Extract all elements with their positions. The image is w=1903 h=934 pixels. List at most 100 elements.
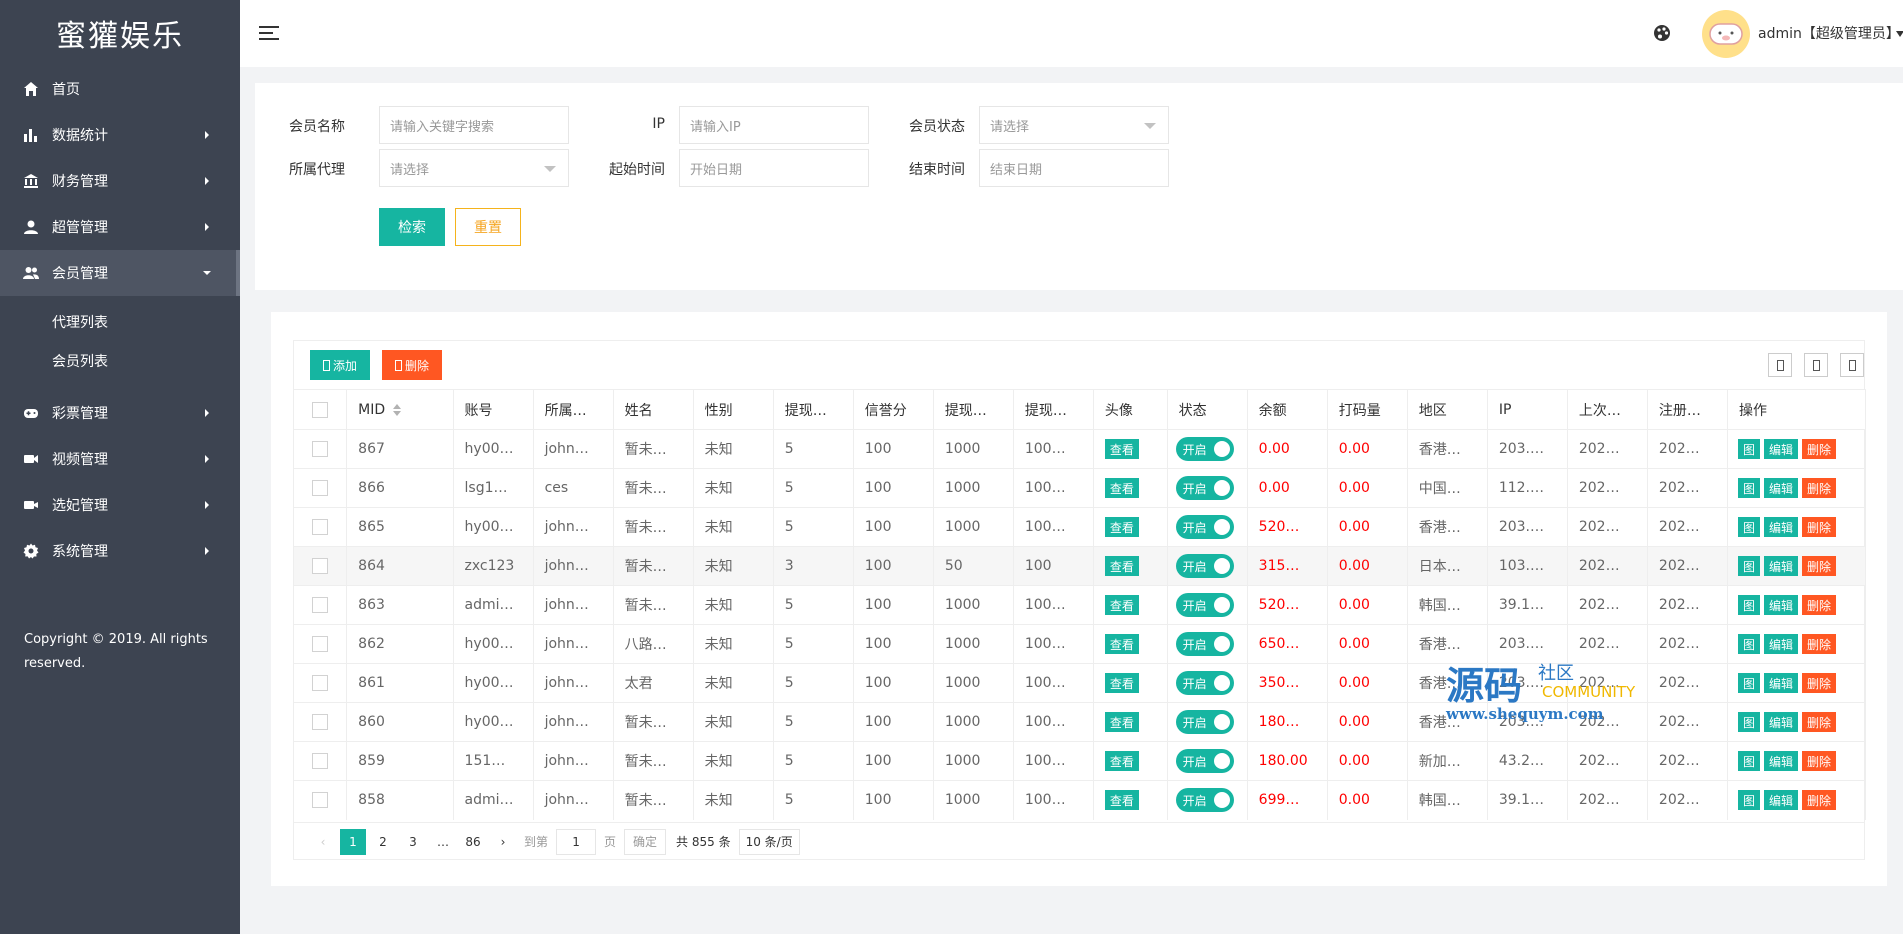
batch-delete-button[interactable]: 删除 bbox=[382, 350, 442, 380]
edit-button[interactable]: 编辑 bbox=[1763, 595, 1798, 615]
status-toggle[interactable]: 开启 bbox=[1175, 749, 1234, 773]
qr-button[interactable]: 图 bbox=[1737, 751, 1760, 771]
status-toggle[interactable]: 开启 bbox=[1175, 788, 1234, 813]
status-toggle[interactable]: 开启 bbox=[1175, 554, 1234, 578]
edit-button[interactable]: 编辑 bbox=[1763, 673, 1798, 693]
theme-palette-icon[interactable] bbox=[1652, 23, 1672, 43]
status-toggle[interactable]: 开启 bbox=[1175, 515, 1234, 539]
sidebar-item-admin[interactable]: 超管管理 bbox=[0, 204, 240, 250]
edit-button[interactable]: 编辑 bbox=[1763, 478, 1798, 498]
avatar[interactable] bbox=[1702, 10, 1750, 58]
page-1[interactable]: 1 bbox=[340, 828, 366, 855]
qr-button[interactable]: 图 bbox=[1737, 673, 1760, 693]
export-icon[interactable] bbox=[1804, 353, 1828, 377]
end-date-input[interactable]: 结束日期 bbox=[979, 149, 1169, 187]
row-checkbox[interactable] bbox=[312, 558, 329, 574]
view-avatar-button[interactable]: 查看 bbox=[1104, 556, 1139, 576]
status-toggle[interactable]: 开启 bbox=[1175, 710, 1234, 734]
qr-button[interactable]: 图 bbox=[1737, 634, 1760, 654]
row-checkbox[interactable] bbox=[312, 441, 329, 457]
edit-button[interactable]: 编辑 bbox=[1763, 556, 1798, 576]
edit-button[interactable]: 编辑 bbox=[1763, 517, 1798, 537]
edit-button[interactable]: 编辑 bbox=[1763, 790, 1798, 811]
view-avatar-button[interactable]: 查看 bbox=[1104, 595, 1139, 615]
menu-toggle-icon[interactable] bbox=[258, 22, 280, 44]
delete-button[interactable]: 删除 bbox=[1801, 790, 1836, 811]
view-avatar-button[interactable]: 查看 bbox=[1104, 673, 1139, 693]
user-menu[interactable]: admin【超级管理员】 bbox=[1758, 23, 1900, 43]
status-toggle[interactable]: 开启 bbox=[1175, 476, 1234, 500]
row-checkbox[interactable] bbox=[312, 597, 329, 613]
row-checkbox[interactable] bbox=[312, 753, 329, 769]
sidebar-item-member[interactable]: 会员管理 bbox=[0, 250, 240, 296]
qr-button[interactable]: 图 bbox=[1737, 595, 1760, 615]
ip-input[interactable]: 请输入IP bbox=[679, 106, 869, 144]
goto-confirm-button[interactable]: 确定 bbox=[624, 828, 667, 855]
chevron-down-icon[interactable] bbox=[1896, 31, 1903, 37]
app-logo[interactable]: 蜜獾娱乐 bbox=[0, 0, 240, 66]
sidebar-item-stats[interactable]: 数据统计 bbox=[0, 112, 240, 158]
next-page-icon[interactable]: › bbox=[490, 829, 516, 855]
view-avatar-button[interactable]: 查看 bbox=[1104, 517, 1139, 537]
start-date-input[interactable]: 开始日期 bbox=[679, 149, 869, 187]
row-checkbox[interactable] bbox=[312, 636, 329, 652]
view-avatar-button[interactable]: 查看 bbox=[1104, 439, 1139, 459]
edit-button[interactable]: 编辑 bbox=[1763, 439, 1798, 459]
status-toggle[interactable]: 开启 bbox=[1175, 593, 1234, 617]
prev-page-icon[interactable]: ‹ bbox=[310, 829, 336, 855]
sidebar-item-lottery[interactable]: 彩票管理 bbox=[0, 390, 240, 436]
page-3[interactable]: 3 bbox=[400, 829, 426, 855]
row-checkbox[interactable] bbox=[312, 675, 329, 691]
sidebar-item-home[interactable]: 首页 bbox=[0, 66, 240, 112]
goto-page-input[interactable]: 1 bbox=[556, 828, 597, 855]
search-button[interactable]: 检索 bbox=[379, 208, 445, 246]
qr-button[interactable]: 图 bbox=[1737, 712, 1760, 732]
qr-button[interactable]: 图 bbox=[1737, 517, 1760, 537]
delete-button[interactable]: 删除 bbox=[1801, 595, 1836, 615]
status-toggle[interactable]: 开启 bbox=[1175, 671, 1234, 695]
filter-columns-icon[interactable] bbox=[1768, 353, 1792, 377]
row-checkbox[interactable] bbox=[312, 480, 329, 496]
select-all-checkbox[interactable] bbox=[312, 401, 329, 418]
delete-button[interactable]: 删除 bbox=[1801, 478, 1836, 498]
edit-button[interactable]: 编辑 bbox=[1763, 712, 1798, 732]
status-toggle[interactable]: 开启 bbox=[1175, 632, 1234, 656]
delete-button[interactable]: 删除 bbox=[1801, 517, 1836, 537]
view-avatar-button[interactable]: 查看 bbox=[1104, 751, 1139, 771]
delete-button[interactable]: 删除 bbox=[1801, 673, 1836, 693]
edit-button[interactable]: 编辑 bbox=[1763, 751, 1798, 771]
view-avatar-button[interactable]: 查看 bbox=[1104, 790, 1139, 811]
column-header[interactable]: MID bbox=[346, 389, 454, 430]
qr-button[interactable]: 图 bbox=[1737, 556, 1760, 576]
member-status-select[interactable]: 请选择 bbox=[979, 106, 1169, 144]
reset-button[interactable]: 重置 bbox=[455, 208, 521, 246]
sort-icon[interactable] bbox=[393, 403, 402, 416]
qr-button[interactable]: 图 bbox=[1737, 478, 1760, 498]
qr-button[interactable]: 图 bbox=[1737, 439, 1760, 459]
view-avatar-button[interactable]: 查看 bbox=[1104, 712, 1139, 732]
delete-button[interactable]: 删除 bbox=[1801, 751, 1836, 771]
delete-button[interactable]: 删除 bbox=[1801, 712, 1836, 732]
page-86[interactable]: 86 bbox=[460, 829, 486, 855]
sidebar-item-video[interactable]: 视频管理 bbox=[0, 436, 240, 482]
view-avatar-button[interactable]: 查看 bbox=[1104, 634, 1139, 654]
add-button[interactable]: 添加 bbox=[310, 350, 370, 380]
submenu-agent-list[interactable]: 代理列表 bbox=[0, 302, 240, 341]
sidebar-item-finance[interactable]: 财务管理 bbox=[0, 158, 240, 204]
row-checkbox[interactable] bbox=[312, 792, 329, 809]
row-checkbox[interactable] bbox=[312, 714, 329, 730]
edit-button[interactable]: 编辑 bbox=[1763, 634, 1798, 654]
delete-button[interactable]: 删除 bbox=[1801, 556, 1836, 576]
submenu-member-list[interactable]: 会员列表 bbox=[0, 341, 240, 380]
row-checkbox[interactable] bbox=[312, 519, 329, 535]
agent-select[interactable]: 请选择 bbox=[379, 149, 569, 187]
print-icon[interactable] bbox=[1840, 353, 1864, 377]
sidebar-item-system[interactable]: 系统管理 bbox=[0, 528, 240, 574]
status-toggle[interactable]: 开启 bbox=[1175, 437, 1234, 461]
delete-button[interactable]: 删除 bbox=[1801, 439, 1836, 459]
page-size-select[interactable]: 10 条/页 bbox=[738, 828, 800, 855]
sidebar-item-concubine[interactable]: 选妃管理 bbox=[0, 482, 240, 528]
delete-button[interactable]: 删除 bbox=[1801, 634, 1836, 654]
qr-button[interactable]: 图 bbox=[1737, 790, 1760, 811]
view-avatar-button[interactable]: 查看 bbox=[1104, 478, 1139, 498]
